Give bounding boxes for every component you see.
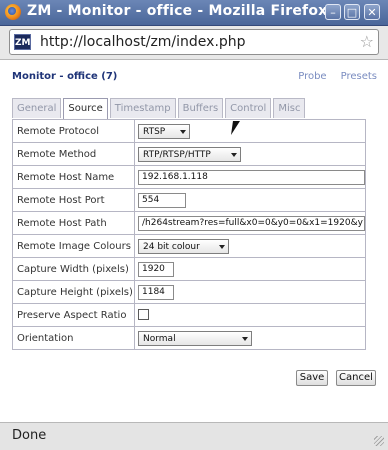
remote-method-label: Remote Method [12,142,135,166]
table-row: Remote Host Path /h264stream?res=full&x0… [12,211,366,235]
cancel-button[interactable]: Cancel [336,370,376,386]
resize-grip-icon[interactable] [374,436,384,446]
tab-timestamp[interactable]: Timestamp [109,98,176,118]
remote-host-name-label: Remote Host Name [12,165,135,189]
table-row: Remote Method RTP/RTSP/HTTP [12,142,366,166]
table-row: Remote Image Colours 24 bit colour [12,234,366,258]
page-title: Monitor - office (7) [12,71,118,82]
table-row: Remote Protocol RTSP [12,119,366,143]
chevron-down-icon [180,129,186,134]
orientation-label: Orientation [12,326,135,350]
remote-protocol-label: Remote Protocol [12,119,135,143]
maximize-button[interactable]: □ [344,4,360,20]
chevron-down-icon [219,244,225,249]
remote-host-path-input[interactable]: /h264stream?res=full&x0=0&y0=0&x1=1920&y… [138,215,365,231]
close-window-button[interactable]: ✕ [364,4,380,20]
table-row: Remote Host Port 554 [12,188,366,212]
minimize-icon: – [330,6,336,19]
tab-buffers[interactable]: Buffers [177,98,224,118]
preserve-aspect-checkbox[interactable] [138,309,149,321]
remote-host-port-input[interactable]: 554 [138,192,186,208]
remote-method-value: RTP/RTSP/HTTP [143,149,211,160]
remote-method-select[interactable]: RTP/RTSP/HTTP [138,146,241,162]
tab-misc[interactable]: Misc [273,98,306,118]
window-title: ZM - Monitor - office - Mozilla Firefox [27,3,328,19]
table-row: Capture Height (pixels) 1184 [12,280,366,304]
remote-image-colours-value: 24 bit colour [143,241,200,252]
source-settings-table: Remote Protocol RTSP Remote Method RTP/R… [12,119,366,350]
url-text[interactable]: http://localhost/zm/index.php [40,34,246,50]
status-text: Done [12,428,47,443]
window-titlebar: ZM - Monitor - office - Mozilla Firefox … [0,0,388,26]
orientation-select[interactable]: Normal [138,330,252,346]
capture-width-label: Capture Width (pixels) [12,257,135,281]
table-row: Capture Width (pixels) 1920 [12,257,366,281]
table-row: Remote Host Name 192.168.1.118 [12,165,366,189]
table-row: Preserve Aspect Ratio [12,303,366,327]
capture-width-input[interactable]: 1920 [138,261,174,277]
close-icon: ✕ [367,6,377,19]
probe-link[interactable]: Probe [298,71,326,82]
remote-image-colours-select[interactable]: 24 bit colour [138,238,229,254]
status-bar: Done [0,422,388,450]
remote-host-path-label: Remote Host Path [12,211,135,235]
tab-source[interactable]: Source [63,98,108,119]
remote-host-port-label: Remote Host Port [12,188,135,212]
preserve-aspect-label: Preserve Aspect Ratio [12,303,135,327]
save-button[interactable]: Save [296,370,328,386]
remote-host-name-input[interactable]: 192.168.1.118 [138,169,365,185]
minimize-button[interactable]: – [325,4,341,20]
top-links: Probe Presets [284,71,377,82]
table-row: Orientation Normal [12,326,366,350]
url-bar[interactable]: ZM http://localhost/zm/index.php ☆ [9,29,379,55]
page-content: Monitor - office (7) Probe Presets Genera… [0,60,388,422]
remote-image-colours-label: Remote Image Colours [12,234,135,258]
firefox-logo-icon [5,4,21,20]
bookmark-star-icon[interactable]: ☆ [360,32,374,51]
site-favicon-icon: ZM [14,34,31,50]
tab-bar: General Source Timestamp Buffers Control… [12,98,307,119]
tab-control[interactable]: Control [225,98,272,118]
maximize-icon: □ [346,6,358,19]
chevron-down-icon [231,152,237,157]
remote-protocol-value: RTSP [143,126,166,137]
capture-height-label: Capture Height (pixels) [12,280,135,304]
orientation-value: Normal [143,333,176,344]
presets-link[interactable]: Presets [341,71,377,82]
remote-protocol-select[interactable]: RTSP [138,123,190,139]
chevron-down-icon [242,336,248,341]
capture-height-input[interactable]: 1184 [138,284,174,300]
tab-general[interactable]: General [12,98,62,118]
navigation-toolbar: ZM http://localhost/zm/index.php ☆ [0,26,388,60]
